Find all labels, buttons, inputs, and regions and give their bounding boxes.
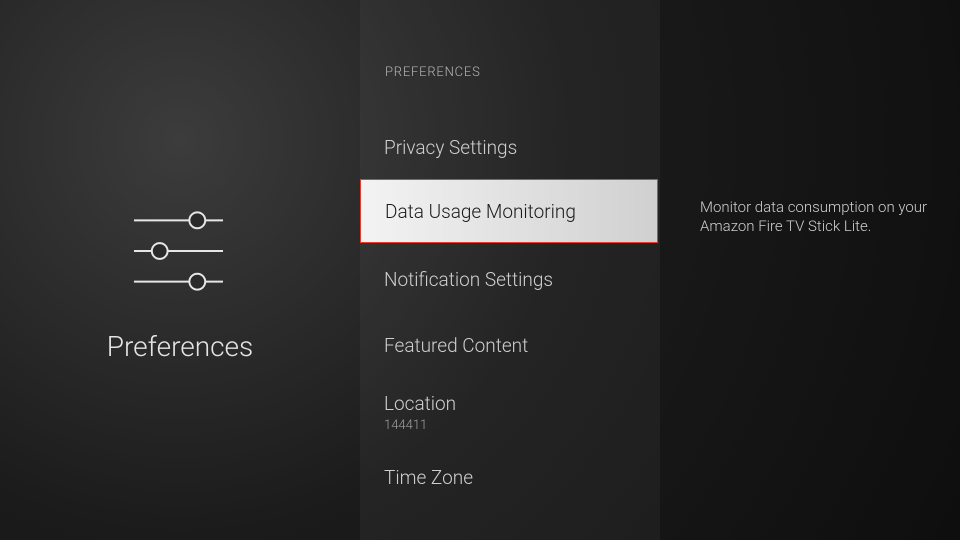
menu-item-location[interactable]: Location 144411 bbox=[360, 393, 660, 433]
column-header: PREFERENCES bbox=[385, 65, 481, 80]
menu-item-data-usage-monitoring[interactable]: Data Usage Monitoring bbox=[360, 179, 658, 243]
menu-item-subtext: 144411 bbox=[384, 418, 660, 433]
menu-item-label: Privacy Settings bbox=[384, 137, 660, 159]
menu-item-featured-content[interactable]: Featured Content bbox=[360, 335, 660, 357]
menu-item-time-zone[interactable]: Time Zone bbox=[360, 467, 660, 489]
menu-item-label: Data Usage Monitoring bbox=[385, 200, 633, 223]
menu-item-label: Featured Content bbox=[384, 335, 660, 357]
menu-item-label: Location bbox=[384, 393, 660, 415]
sliders-icon bbox=[132, 208, 225, 294]
page-title: Preferences bbox=[0, 330, 360, 363]
menu-item-label: Time Zone bbox=[384, 467, 660, 489]
menu-item-label: Notification Settings bbox=[384, 269, 660, 291]
menu-item-notification-settings[interactable]: Notification Settings bbox=[360, 269, 660, 291]
preferences-screen: Preferences PREFERENCES Privacy Settings… bbox=[0, 0, 960, 540]
item-description: Monitor data consumption on your Amazon … bbox=[700, 198, 945, 236]
menu-item-privacy-settings[interactable]: Privacy Settings bbox=[360, 137, 660, 159]
